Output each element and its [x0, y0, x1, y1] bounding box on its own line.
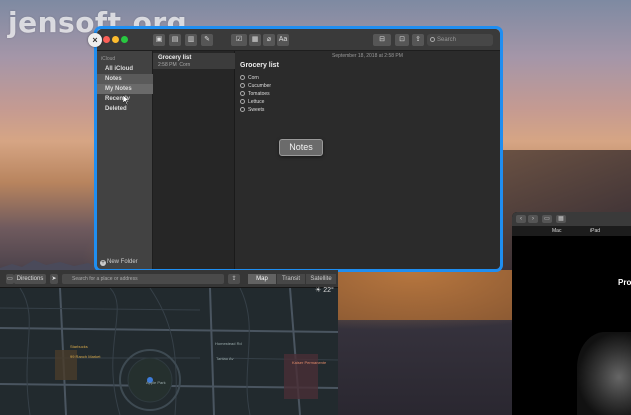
sidebar-icon[interactable]: ▭ — [542, 215, 552, 223]
map-label: Homestead Rd — [215, 341, 242, 346]
zoom-button[interactable] — [121, 36, 128, 43]
list-item[interactable]: Grocery list 2:58 PM Corn — [153, 53, 235, 69]
maps-window: ▭ Directions ➤ Search for a place or add… — [0, 270, 338, 415]
checklist-item[interactable]: Lettuce — [240, 99, 264, 105]
note-heading[interactable]: Grocery list — [240, 62, 279, 69]
note-editor[interactable]: September 18, 2018 at 2:58 PM Grocery li… — [235, 51, 500, 269]
map-label[interactable]: Apple Park — [146, 380, 166, 385]
new-folder-icon[interactable]: + — [100, 260, 106, 266]
attachment-icon[interactable]: ⌀ — [263, 34, 275, 46]
location-arrow-icon[interactable]: ➤ — [50, 274, 58, 284]
checkbox[interactable] — [240, 91, 245, 97]
note-subtitle: 2:58 PM Corn — [158, 62, 190, 68]
checklist-icon[interactable]: ☑ — [231, 34, 247, 46]
weather-temperature: ☀ 22° — [315, 287, 334, 294]
map-poi[interactable]: Starbucks — [70, 344, 88, 349]
nav-link-ipad[interactable]: iPad — [590, 228, 600, 234]
share-icon[interactable]: ⇪ — [412, 34, 424, 46]
new-folder-button[interactable]: New Folder — [107, 259, 138, 265]
map-label: Tantau Av — [216, 356, 234, 361]
sidebar-header: iCloud — [101, 56, 116, 62]
nav-link-mac[interactable]: Mac — [552, 228, 561, 234]
sidebar-item-my-notes[interactable]: My Notes — [97, 84, 153, 94]
share-icon-alt[interactable]: ⊡ — [395, 34, 409, 46]
checkbox[interactable] — [240, 99, 245, 105]
maps-toolbar: ▭ Directions ➤ Search for a place or add… — [0, 270, 338, 288]
search-input[interactable]: Search — [427, 34, 493, 46]
close-icon[interactable]: × — [88, 33, 102, 47]
table-icon[interactable]: ▦ — [249, 34, 261, 46]
checkbox[interactable] — [240, 75, 245, 81]
safari-window: ‹ › ▭ ▦ Mac iPad Pro — [512, 212, 631, 415]
directions-button[interactable]: Directions — [14, 274, 46, 284]
map-poi[interactable]: Kaiser Permanente — [292, 360, 326, 365]
checklist-item-label: Corn — [248, 75, 259, 81]
tab-transit[interactable]: Transit — [277, 274, 305, 284]
checkbox[interactable] — [240, 107, 245, 113]
share-icon[interactable]: ⇪ — [228, 274, 240, 284]
notes-toolbar: ▣ ▤ ▥ ✎ ☑ ▦ ⌀ Aa ⊟ ⊡ ⇪ Search — [97, 29, 500, 51]
trash-icon[interactable]: ▥ — [185, 34, 197, 46]
minimize-button[interactable] — [112, 36, 119, 43]
tab-satellite[interactable]: Satellite — [306, 274, 336, 284]
safari-toolbar: ‹ › ▭ ▦ — [512, 212, 631, 226]
list-icon[interactable]: ▤ — [169, 34, 181, 46]
checklist-item-label: Tomatoes — [248, 91, 270, 97]
note-date: September 18, 2018 at 2:58 PM — [332, 53, 403, 59]
map-canvas[interactable] — [0, 288, 338, 415]
search-icon — [430, 37, 435, 42]
folders-sidebar: iCloud All iCloud Notes My Notes Recentl… — [97, 51, 153, 269]
note-preview: Corn — [179, 62, 191, 68]
window-title-tooltip: Notes — [279, 139, 323, 156]
apple-nav — [512, 226, 631, 236]
close-button[interactable] — [103, 36, 110, 43]
checklist-item[interactable]: Cucumber — [240, 83, 271, 89]
checklist-item-label: Sweets — [248, 107, 265, 113]
back-icon[interactable]: ‹ — [516, 215, 526, 223]
note-list: Grocery list 2:58 PM Corn — [153, 51, 235, 269]
note-title: Grocery list — [158, 55, 192, 61]
map-poi[interactable]: 99 Ranch Market — [70, 354, 100, 359]
forward-icon[interactable]: › — [528, 215, 538, 223]
checkbox[interactable] — [240, 83, 245, 89]
format-icon[interactable]: Aa — [277, 34, 289, 46]
product-image — [577, 332, 631, 415]
lock-icon[interactable]: ⊟ — [373, 34, 391, 46]
sidebar-icon[interactable]: ▣ — [153, 34, 165, 46]
checklist-item[interactable]: Sweets — [240, 107, 264, 113]
search-input[interactable]: Search for a place or address — [62, 274, 224, 284]
sidebar-item-all-icloud[interactable]: All iCloud — [97, 64, 153, 74]
compose-icon[interactable]: ✎ — [201, 34, 213, 46]
sidebar-item-notes[interactable]: Notes — [97, 74, 153, 84]
mouse-cursor-icon — [123, 95, 130, 105]
checklist-item-label: Lettuce — [248, 99, 265, 105]
note-time: 2:58 PM — [158, 62, 177, 68]
tab-map[interactable]: Map — [248, 274, 276, 284]
sidebar-toggle-icon[interactable]: ▭ — [6, 274, 14, 284]
page-headline: Pro — [618, 278, 631, 287]
checklist-item[interactable]: Tomatoes — [240, 91, 270, 97]
checklist-item[interactable]: Corn — [240, 75, 259, 81]
checklist-item-label: Cucumber — [248, 83, 272, 89]
tab-overview-icon[interactable]: ▦ — [556, 215, 566, 223]
